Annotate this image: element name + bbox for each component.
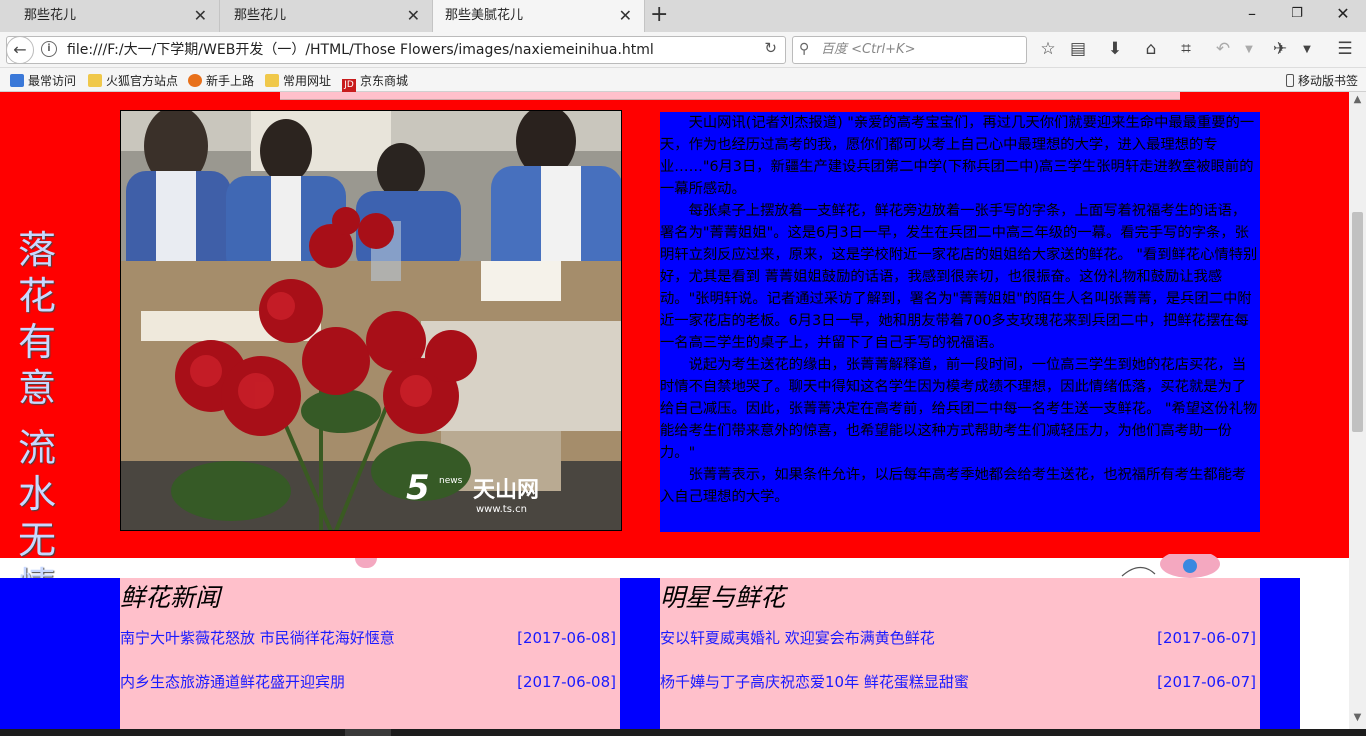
os-taskbar [0, 729, 1366, 736]
search-icon: ⚲ [799, 41, 810, 57]
folder-icon [265, 74, 279, 87]
info-icon[interactable]: i [41, 41, 57, 57]
news-date: [2017-06-08] [517, 673, 616, 691]
star-flower-news-section: 明星与鲜花 安以轩夏威夷婚礼 欢迎宴会布满黄色鲜花 [2017-06-07] 杨… [660, 578, 1260, 736]
tab-bar: 那些花儿 ✕ 那些花儿 ✕ 那些美腻花儿 ✕ + – ❐ ✕ [0, 0, 1366, 33]
svg-text:天山网: 天山网 [473, 478, 539, 503]
bookmark-getting-started[interactable]: 新手上路 [188, 72, 254, 89]
taskbar-item[interactable] [345, 729, 391, 736]
back-arrow-icon[interactable]: ← [6, 36, 34, 64]
undo-icon[interactable]: ↶ [1212, 39, 1234, 59]
section-title: 明星与鲜花 [660, 583, 786, 612]
side-slogan: 落 花 有 意 流 水 无 情 [17, 228, 56, 608]
article-paragraph: 说起为考生送花的缘由，张菁菁解释道，前一段时间，一位高三学生到她的花店买花，当时… [660, 357, 1258, 461]
minimize-icon[interactable]: – [1242, 4, 1262, 23]
news-article: 天山网讯(记者刘杰报道) "亲爱的高考宝宝们，再过几天你们就要迎来生命中最最重要… [660, 112, 1260, 532]
close-tab-icon[interactable]: ✕ [619, 0, 632, 32]
news-link[interactable]: 内乡生态旅游通道鲜花盛开迎宾朋 [2017-06-08] [120, 660, 620, 704]
svg-text:news: news [439, 476, 463, 486]
page-viewport: 落 花 有 意 流 水 无 情 [0, 92, 1349, 736]
photo-illustration: 5 news 天山网 www.ts.cn [121, 111, 621, 530]
url-bar[interactable]: ← i file:///F:/大一/下学期/WEB开发（一）/HTML/Thos… [6, 36, 786, 64]
restore-icon[interactable]: ❐ [1287, 6, 1307, 21]
tab-label: 那些美腻花儿 [445, 8, 524, 23]
news-date: [2017-06-07] [1157, 673, 1256, 691]
flower-news-section: 鲜花新闻 南宁大叶紫薇花怒放 市民徜徉花海好惬意 [2017-06-08] 内乡… [120, 578, 620, 736]
bookmark-firefox-site[interactable]: 火狐官方站点 [88, 72, 178, 89]
url-text[interactable]: file:///F:/大一/下学期/WEB开发（一）/HTML/Those Fl… [67, 37, 654, 63]
extension-icon[interactable]: ✈ [1269, 39, 1291, 59]
tab-1[interactable]: 那些花儿 ✕ [0, 0, 220, 32]
tab-2[interactable]: 那些花儿 ✕ [220, 0, 433, 32]
marquee-strip [280, 92, 1180, 100]
chevron-down-icon[interactable]: ▼ [1296, 44, 1318, 55]
article-paragraph: 每张桌子上摆放着一支鲜花，鲜花旁边放着一张手写的字条，上面写着祝福考生的话语，署… [660, 203, 1258, 351]
home-icon[interactable]: ⌂ [1140, 39, 1162, 59]
chevron-down-icon[interactable]: ▼ [1238, 44, 1260, 55]
decorative-flower [355, 558, 377, 568]
download-icon[interactable]: ⬇ [1104, 39, 1126, 59]
reading-list-icon[interactable]: ▤ [1067, 39, 1089, 59]
bookmarks-bar: 最常访问 火狐官方站点 新手上路 常用网址 JD 京东商城 移动版书签 [0, 68, 1366, 92]
search-box[interactable]: ⚲ 百度 <Ctrl+K> [792, 36, 1027, 64]
scroll-thumb[interactable] [1352, 212, 1363, 432]
nav-bar: ← i file:///F:/大一/下学期/WEB开发（一）/HTML/Thos… [0, 32, 1366, 68]
vertical-scrollbar[interactable]: ▲ ▼ [1349, 92, 1366, 736]
tab-3-active[interactable]: 那些美腻花儿 ✕ [433, 0, 645, 33]
close-tab-icon[interactable]: ✕ [407, 0, 420, 32]
bookmark-common-sites[interactable]: 常用网址 [265, 72, 331, 89]
folder-icon [88, 74, 102, 87]
tab-label: 那些花儿 [234, 8, 287, 23]
roses-classroom-photo: 5 news 天山网 www.ts.cn [120, 110, 622, 531]
close-window-icon[interactable]: ✕ [1333, 4, 1353, 23]
phone-icon [1286, 74, 1294, 87]
news-link[interactable]: 安以轩夏威夷婚礼 欢迎宴会布满黄色鲜花 [2017-06-07] [660, 616, 1260, 660]
jd-icon: JD [342, 79, 356, 92]
article-paragraph: 天山网讯(记者刘杰报道) "亲爱的高考宝宝们，再过几天你们就要迎来生命中最最重要… [660, 115, 1255, 197]
bookmark-jd[interactable]: JD 京东商城 [342, 72, 408, 92]
tab-label: 那些花儿 [24, 8, 77, 23]
news-link[interactable]: 南宁大叶紫薇花怒放 市民徜徉花海好惬意 [2017-06-08] [120, 616, 620, 660]
svg-text:www.ts.cn: www.ts.cn [476, 504, 527, 515]
news-date: [2017-06-08] [517, 629, 616, 647]
close-tab-icon[interactable]: ✕ [194, 0, 207, 32]
bookmark-star-icon[interactable]: ☆ [1037, 39, 1059, 59]
news-date: [2017-06-07] [1157, 629, 1256, 647]
article-paragraph: 张菁菁表示，如果条件允许，以后每年高考季她都会给考生送花，也祝福所有考生都能考入… [660, 467, 1247, 505]
scroll-down-icon[interactable]: ▼ [1349, 712, 1366, 723]
screenshot-icon[interactable]: ⌗ [1175, 39, 1197, 59]
news-link[interactable]: 杨千嬅与丁子高庆祝恋爱10年 鲜花蛋糕显甜蜜 [2017-06-07] [660, 660, 1260, 704]
bookmark-most-visited[interactable]: 最常访问 [10, 72, 76, 89]
new-tab-icon[interactable]: + [650, 2, 668, 27]
menu-icon[interactable]: ☰ [1334, 39, 1356, 59]
svg-text:5: 5 [406, 468, 430, 508]
decorative-flower [1121, 554, 1220, 578]
scroll-up-icon[interactable]: ▲ [1349, 94, 1366, 105]
firefox-icon [188, 74, 202, 87]
section-title: 鲜花新闻 [120, 583, 221, 612]
search-placeholder: 百度 <Ctrl+K> [821, 42, 916, 57]
star-folder-icon [10, 74, 24, 87]
reload-icon[interactable]: ↻ [764, 39, 777, 57]
mobile-bookmarks[interactable]: 移动版书签 [1286, 72, 1358, 89]
